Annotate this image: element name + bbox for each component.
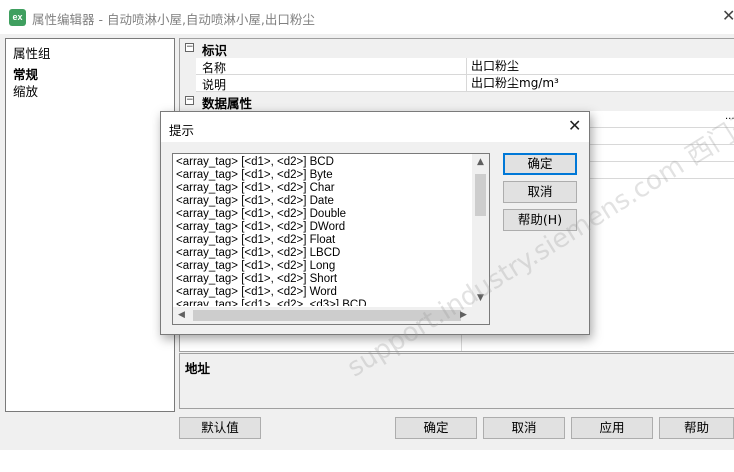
list-item[interactable]: <array_tag> [<d1>, <d2>] Float xyxy=(175,234,471,247)
dialog-titlebar: 提示 ✕ xyxy=(161,112,589,142)
scroll-right-icon[interactable]: ▶ xyxy=(455,307,472,324)
hint-dialog: 提示 ✕ <array_tag> [<d1>, <d2>] BCD <array_… xyxy=(160,111,590,335)
property-value[interactable]: 出口粉尘mg/m³ xyxy=(466,75,734,92)
close-icon[interactable]: ✕ xyxy=(568,118,581,134)
row-gutter xyxy=(180,75,196,92)
list-item[interactable]: <array_tag> [<d1>, <d2>] BCD xyxy=(175,156,471,169)
default-value-button[interactable]: 默认值 xyxy=(179,417,261,439)
category-label: 数据属性 xyxy=(202,96,253,111)
cancel-button[interactable]: 取消 xyxy=(483,417,565,439)
property-group-panel: 属性组 常规 缩放 xyxy=(5,38,175,412)
scroll-left-icon[interactable]: ◀ xyxy=(173,307,190,324)
bottom-strip xyxy=(0,450,734,472)
scrollbar-thumb[interactable] xyxy=(475,174,486,216)
list-item[interactable]: <array_tag> [<d1>, <d2>] DWord xyxy=(175,221,471,234)
list-item[interactable]: <array_tag> [<d1>, <d2>] Double xyxy=(175,208,471,221)
description-panel: 地址 xyxy=(179,353,734,409)
dialog-title: 提示 xyxy=(169,123,195,138)
scrollbar-corner xyxy=(472,307,489,324)
list-item[interactable]: <array_tag> [<d1>, <d2>, <d3>] BCD xyxy=(175,299,471,306)
ellipsis-button[interactable]: ... xyxy=(725,111,734,122)
vertical-scrollbar[interactable]: ▲ ▼ xyxy=(472,154,489,307)
help-button[interactable]: 帮助 xyxy=(659,417,734,439)
list-item[interactable]: <array_tag> [<d1>, <d2>] Long xyxy=(175,260,471,273)
description-title: 地址 xyxy=(185,361,211,376)
list-item[interactable]: <array_tag> [<d1>, <d2>] Date xyxy=(175,195,471,208)
close-icon[interactable]: ✕ xyxy=(722,8,734,24)
ok-button[interactable]: 确定 xyxy=(395,417,477,439)
scrollbar-thumb[interactable] xyxy=(193,310,461,321)
row-gutter xyxy=(180,58,196,75)
category-identity[interactable]: − 标识 xyxy=(180,39,734,58)
list-item[interactable]: <array_tag> [<d1>, <d2>] Char xyxy=(175,182,471,195)
collapse-icon[interactable]: − xyxy=(185,96,194,105)
suggestion-listbox[interactable]: <array_tag> [<d1>, <d2>] BCD <array_tag> … xyxy=(172,153,490,325)
category-label: 标识 xyxy=(202,43,228,58)
dialog-help-button[interactable]: 帮助(H) xyxy=(503,209,577,231)
property-name: 说明 xyxy=(202,78,227,92)
dialog-cancel-button[interactable]: 取消 xyxy=(503,181,577,203)
property-name: 名称 xyxy=(202,61,227,75)
window-title: 属性编辑器 - 自动喷淋小屋,自动喷淋小屋,出口粉尘 xyxy=(32,12,315,27)
property-row-name[interactable]: 名称 出口粉尘 xyxy=(180,58,734,75)
app-icon: ex xyxy=(9,9,26,26)
window-titlebar: ex 属性编辑器 - 自动喷淋小屋,自动喷淋小屋,出口粉尘 ✕ xyxy=(0,0,734,34)
category-data-properties[interactable]: − 数据属性 xyxy=(180,92,734,111)
list-item[interactable]: <array_tag> [<d1>, <d2>] Short xyxy=(175,273,471,286)
property-group-item-scaling[interactable]: 缩放 xyxy=(13,81,38,100)
collapse-icon[interactable]: − xyxy=(185,43,194,52)
dialog-ok-button[interactable]: 确定 xyxy=(503,153,577,175)
list-item[interactable]: <array_tag> [<d1>, <d2>] Byte xyxy=(175,169,471,182)
property-row-description[interactable]: 说明 出口粉尘mg/m³ xyxy=(180,75,734,92)
apply-button[interactable]: 应用 xyxy=(571,417,653,439)
horizontal-scrollbar[interactable]: ◀ ▶ xyxy=(173,307,472,324)
list-item[interactable]: <array_tag> [<d1>, <d2>] Word xyxy=(175,286,471,299)
property-value[interactable]: 出口粉尘 xyxy=(466,58,734,75)
property-group-header: 属性组 xyxy=(13,46,51,61)
scroll-up-icon[interactable]: ▲ xyxy=(472,154,489,171)
suggestion-list: <array_tag> [<d1>, <d2>] BCD <array_tag> … xyxy=(175,156,471,306)
scroll-down-icon[interactable]: ▼ xyxy=(472,290,489,307)
list-item[interactable]: <array_tag> [<d1>, <d2>] LBCD xyxy=(175,247,471,260)
